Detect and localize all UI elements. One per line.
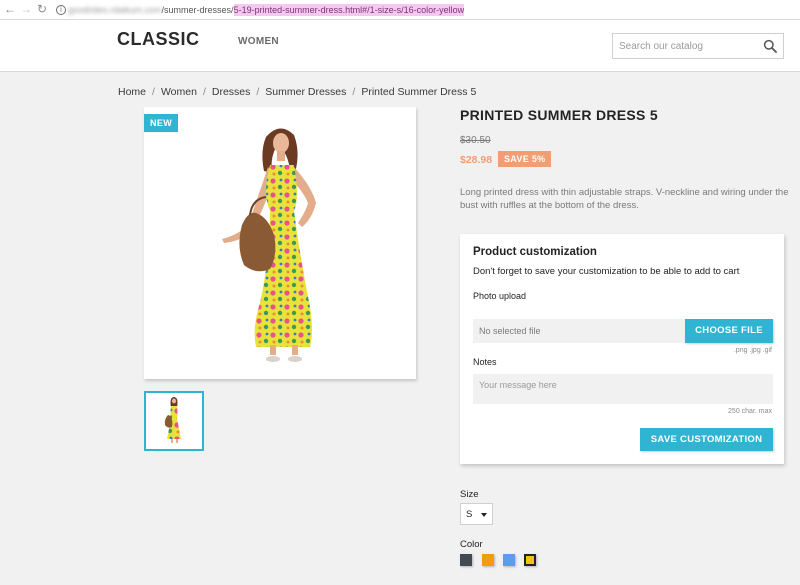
breadcrumb-summer-dresses[interactable]: Summer Dresses <box>265 86 346 98</box>
product-title: PRINTED SUMMER DRESS 5 <box>460 107 658 123</box>
info-icon[interactable]: i <box>56 5 66 15</box>
reload-icon[interactable]: ↻ <box>37 2 47 16</box>
search-box <box>612 33 784 59</box>
forward-arrow-icon[interactable]: → <box>20 2 32 16</box>
file-input[interactable]: No selected file <box>473 319 687 343</box>
color-swatch-blue[interactable] <box>503 554 515 566</box>
breadcrumb-current[interactable]: Printed Summer Dress 5 <box>361 86 476 98</box>
url-path: /summer-dresses/ <box>161 5 234 15</box>
file-input-placeholder: No selected file <box>479 326 541 336</box>
url-text[interactable]: goodrides.rdaikum.com/summer-dresses/5-1… <box>68 4 465 16</box>
breadcrumb-separator: / <box>352 86 356 98</box>
breadcrumb-separator: / <box>152 86 155 98</box>
nav-item-women[interactable]: WOMEN <box>238 36 279 47</box>
chevron-down-icon <box>481 513 487 517</box>
notes-placeholder: Your message here <box>479 380 557 390</box>
breadcrumb: Home / Women / Dresses / Summer Dresses / Printe… <box>118 86 476 98</box>
notes-label: Notes <box>473 357 497 367</box>
url-host: goodrides.rdaikum.com <box>68 5 162 15</box>
file-types-hint: .png .jpg .gif <box>733 347 772 354</box>
regular-price: $30.50 <box>460 135 491 146</box>
notes-char-limit: 250 char. max <box>728 408 772 415</box>
size-select[interactable]: S <box>460 503 493 525</box>
breadcrumb-separator: / <box>202 86 206 98</box>
breadcrumb-separator: / <box>256 86 260 98</box>
choose-file-button[interactable]: CHOOSE FILE <box>685 319 773 343</box>
color-label: Color <box>460 539 483 550</box>
customization-title: Product customization <box>473 246 597 258</box>
product-main-image[interactable]: NEW <box>144 107 416 379</box>
product-photo <box>222 128 316 362</box>
thumbnail-photo <box>164 397 181 443</box>
color-swatch-orange[interactable] <box>482 554 494 566</box>
breadcrumb-women[interactable]: Women <box>161 86 197 98</box>
product-description: Long printed dress with thin adjustable … <box>460 187 789 211</box>
shop-logo[interactable]: CLASSIC <box>117 29 200 50</box>
color-swatch-yellow[interactable] <box>524 554 536 566</box>
search-icon[interactable] <box>763 39 777 53</box>
size-label: Size <box>460 489 479 500</box>
breadcrumb-home[interactable]: Home <box>118 86 146 98</box>
photo-upload-label: Photo upload <box>473 291 527 301</box>
back-arrow-icon[interactable]: ← <box>4 2 16 16</box>
size-select-value: S <box>466 509 473 520</box>
product-thumbnail[interactable] <box>144 391 204 451</box>
notes-textarea[interactable]: Your message here <box>473 374 773 404</box>
breadcrumb-dresses[interactable]: Dresses <box>212 86 251 98</box>
customization-panel: Product customization Don't forget to sa… <box>460 234 784 464</box>
current-price: $28.98 <box>460 154 493 166</box>
site-header: CLASSIC WOMEN <box>0 20 800 72</box>
customization-note: Don't forget to save your customization … <box>473 266 740 277</box>
url-highlight: 5-19-printed-summer-dress.html#/1-size-s… <box>233 4 465 16</box>
browser-url-bar[interactable]: ← → ↻ i goodrides.rdaikum.com/summer-dre… <box>0 0 800 20</box>
color-swatch-grey[interactable] <box>460 554 472 566</box>
new-badge: NEW <box>144 114 179 132</box>
search-input[interactable] <box>619 39 759 53</box>
save-customization-button[interactable]: SAVE CUSTOMIZATION <box>640 428 773 451</box>
discount-badge: SAVE 5% <box>498 151 552 167</box>
